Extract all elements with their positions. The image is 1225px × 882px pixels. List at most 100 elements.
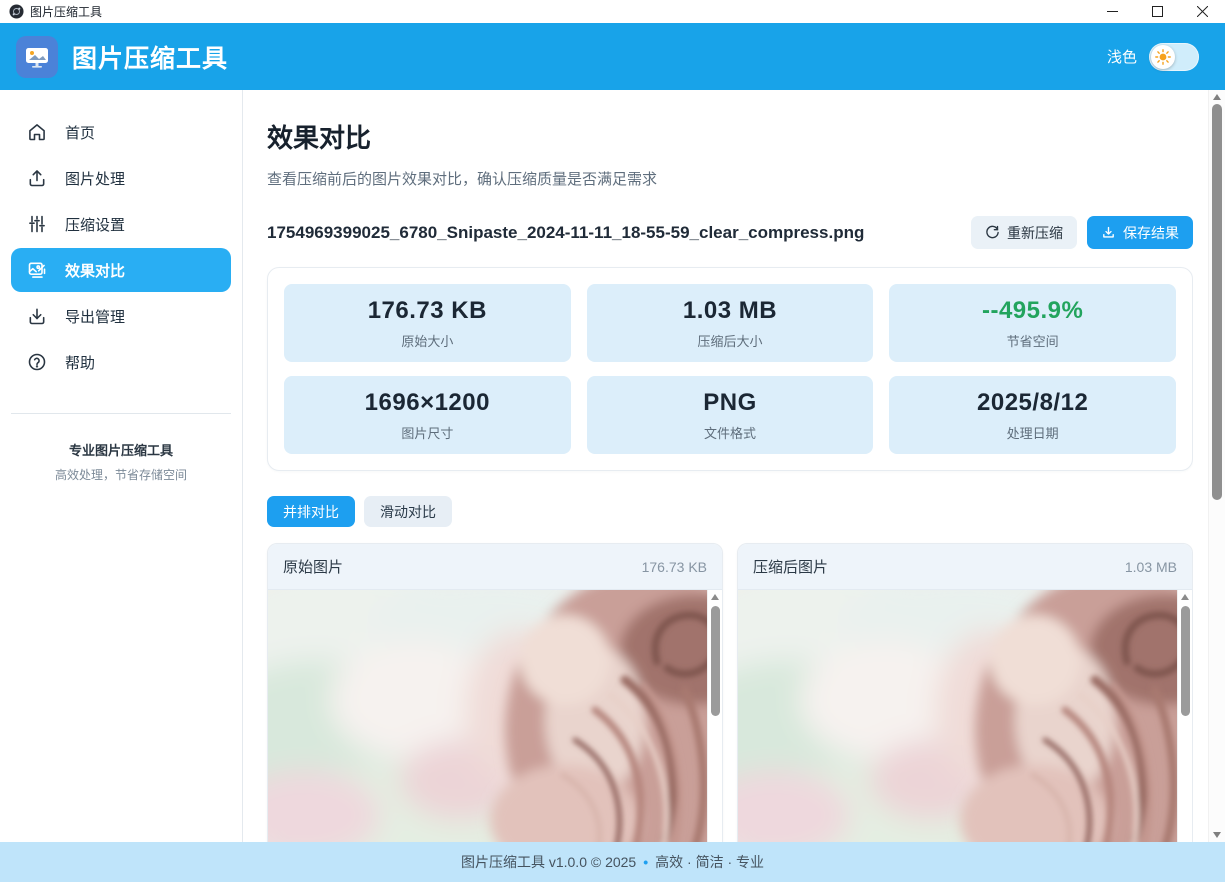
theme-toggle[interactable] [1149, 43, 1199, 71]
app-header: 图片压缩工具 浅色 [0, 23, 1225, 90]
compressed-image-panel: 压缩后图片 1.03 MB [737, 543, 1193, 842]
scroll-up-arrow-icon [1181, 594, 1189, 600]
theme-toggle-knob [1151, 45, 1175, 69]
compressed-image [738, 590, 1177, 842]
sidebar-item-comparison[interactable]: 效果对比 [11, 248, 231, 292]
sidebar: 首页 图片处理 压缩设置 效果对比 [0, 90, 243, 842]
stat-label: 节省空间 [1007, 331, 1059, 350]
theme-mode-label: 浅色 [1107, 46, 1137, 67]
stat-value: 1.03 MB [683, 297, 777, 325]
window-scrollbar[interactable] [1208, 90, 1225, 842]
sidebar-item-label: 图片处理 [65, 168, 125, 189]
sidebar-footer-subtitle: 高效处理，节省存储空间 [0, 466, 242, 483]
stat-value: 2025/8/12 [977, 389, 1088, 417]
scrollbar-thumb[interactable] [711, 606, 720, 716]
panel-title: 压缩后图片 [753, 556, 1125, 577]
footer-version-text: 图片压缩工具 v1.0.0 © 2025 [461, 852, 636, 872]
sidebar-item-export[interactable]: 导出管理 [11, 294, 231, 338]
sidebar-item-label: 导出管理 [65, 306, 125, 327]
panel-scrollbar[interactable] [1177, 590, 1192, 842]
comparison-panels: 原始图片 176.73 KB 压缩后图 [267, 543, 1193, 842]
app-footer: 图片压缩工具 v1.0.0 © 2025 • 高效 · 简洁 · 专业 [0, 842, 1225, 882]
save-label: 保存结果 [1123, 223, 1179, 243]
panel-size-badge: 1.03 MB [1125, 559, 1177, 575]
sidebar-footer: 专业图片压缩工具 高效处理，节省存储空间 [0, 440, 242, 483]
close-icon [1197, 6, 1208, 17]
page-subtitle: 查看压缩前后的图片效果对比，确认压缩质量是否满足需求 [267, 168, 1193, 189]
app-logo-icon [16, 36, 58, 78]
sidebar-item-compression-settings[interactable]: 压缩设置 [11, 202, 231, 246]
app-taskbar-icon [9, 4, 24, 19]
footer-tagline: 高效 · 简洁 · 专业 [655, 852, 764, 872]
save-download-icon [1101, 225, 1116, 240]
stat-original-size: 176.73 KB 原始大小 [284, 284, 571, 362]
stat-value: 1696×1200 [365, 389, 490, 417]
scroll-up-arrow-icon [711, 594, 719, 600]
maximize-button[interactable] [1135, 0, 1180, 23]
scroll-down-arrow-icon[interactable] [1213, 832, 1221, 838]
compressed-image-view[interactable] [738, 590, 1192, 842]
panel-header: 原始图片 176.73 KB [268, 544, 722, 590]
stat-value: PNG [703, 389, 757, 417]
scrollbar-thumb[interactable] [1181, 606, 1190, 716]
sidebar-item-label: 效果对比 [65, 260, 125, 281]
refresh-icon [985, 225, 1000, 240]
compare-mode-tabs: 并排对比 滑动对比 [267, 496, 1193, 527]
stat-label: 原始大小 [401, 331, 453, 350]
recompress-button[interactable]: 重新压缩 [971, 216, 1077, 249]
tab-slider-compare[interactable]: 滑动对比 [364, 496, 452, 527]
page-title: 效果对比 [267, 118, 1193, 155]
stat-compressed-size: 1.03 MB 压缩后大小 [587, 284, 874, 362]
window-scrollbar-thumb[interactable] [1212, 104, 1222, 500]
window-title: 图片压缩工具 [30, 3, 102, 20]
stat-label: 压缩后大小 [697, 331, 762, 350]
download-icon [26, 305, 48, 327]
current-filename: 1754969399025_6780_Snipaste_2024-11-11_1… [267, 223, 971, 243]
original-image [268, 590, 707, 842]
original-image-view[interactable] [268, 590, 722, 842]
sidebar-item-label: 帮助 [65, 352, 95, 373]
sidebar-item-help[interactable]: 帮助 [11, 340, 231, 384]
upload-icon [26, 167, 48, 189]
app-title: 图片压缩工具 [72, 39, 228, 75]
minimize-button[interactable] [1090, 0, 1135, 23]
panel-title: 原始图片 [283, 556, 642, 577]
panel-header: 压缩后图片 1.03 MB [738, 544, 1192, 590]
main-content: 效果对比 查看压缩前后的图片效果对比，确认压缩质量是否满足需求 17549693… [243, 90, 1225, 842]
sidebar-item-label: 压缩设置 [65, 214, 125, 235]
close-button[interactable] [1180, 0, 1225, 23]
compare-image-icon [26, 259, 48, 281]
panel-size-badge: 176.73 KB [642, 559, 707, 575]
sidebar-item-image-processing[interactable]: 图片处理 [11, 156, 231, 200]
save-result-button[interactable]: 保存结果 [1087, 216, 1193, 249]
sidebar-footer-title: 专业图片压缩工具 [0, 440, 242, 459]
titlebar: 图片压缩工具 [0, 0, 1225, 23]
minimize-icon [1107, 6, 1118, 17]
stat-label: 图片尺寸 [401, 423, 453, 442]
sun-icon [1155, 49, 1171, 65]
help-icon [26, 351, 48, 373]
sidebar-divider [11, 413, 231, 414]
stat-value: 176.73 KB [368, 297, 487, 325]
recompress-label: 重新压缩 [1007, 223, 1063, 243]
file-row: 1754969399025_6780_Snipaste_2024-11-11_1… [267, 216, 1193, 249]
tab-side-by-side[interactable]: 并排对比 [267, 496, 355, 527]
sidebar-item-label: 首页 [65, 122, 95, 143]
stat-label: 文件格式 [704, 423, 756, 442]
sliders-icon [26, 213, 48, 235]
sidebar-item-home[interactable]: 首页 [11, 110, 231, 154]
maximize-icon [1152, 6, 1163, 17]
stat-date: 2025/8/12 处理日期 [889, 376, 1176, 454]
stat-label: 处理日期 [1007, 423, 1059, 442]
scroll-up-arrow-icon[interactable] [1213, 94, 1221, 100]
stats-card: 176.73 KB 原始大小 1.03 MB 压缩后大小 --495.9% 节省… [267, 267, 1193, 471]
stat-format: PNG 文件格式 [587, 376, 874, 454]
stat-space-saved: --495.9% 节省空间 [889, 284, 1176, 362]
original-image-panel: 原始图片 176.73 KB [267, 543, 723, 842]
footer-bullet: • [643, 854, 648, 870]
stat-value: --495.9% [982, 297, 1083, 325]
app-window: 图片压缩工具 图片压缩工具 浅色 [0, 0, 1225, 882]
panel-scrollbar[interactable] [707, 590, 722, 842]
stat-dimensions: 1696×1200 图片尺寸 [284, 376, 571, 454]
home-icon [26, 121, 48, 143]
